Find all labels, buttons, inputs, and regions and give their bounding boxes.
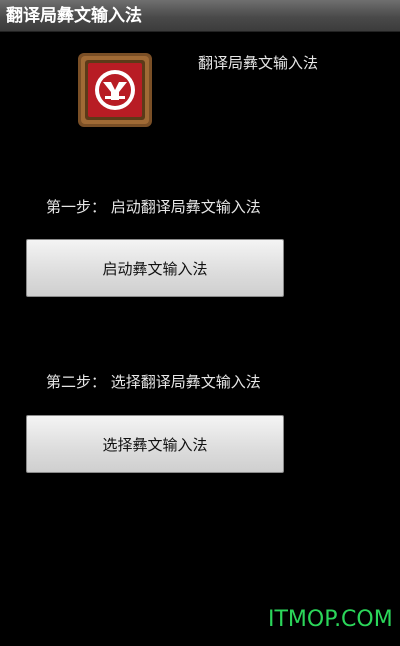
title-bar: 翻译局彝文输入法 xyxy=(0,0,400,32)
watermark: ITMOP.COM xyxy=(268,607,393,632)
window-title: 翻译局彝文输入法 xyxy=(6,6,142,26)
yi-input-logo-icon xyxy=(77,52,153,128)
app-name: 翻译局彝文输入法 xyxy=(198,54,319,72)
step-two-label: 第二步： 选择翻译局彝文输入法 xyxy=(46,373,261,391)
screen: 翻译局彝文输入法 翻译局彝文输入法 第一步： 启动翻译局彝文输入法 启动彝文输入… xyxy=(0,0,400,646)
step-one-label: 第一步： 启动翻译局彝文输入法 xyxy=(46,198,261,216)
select-input-method-button[interactable]: 选择彝文输入法 xyxy=(26,415,284,473)
enable-input-method-button[interactable]: 启动彝文输入法 xyxy=(26,239,284,297)
